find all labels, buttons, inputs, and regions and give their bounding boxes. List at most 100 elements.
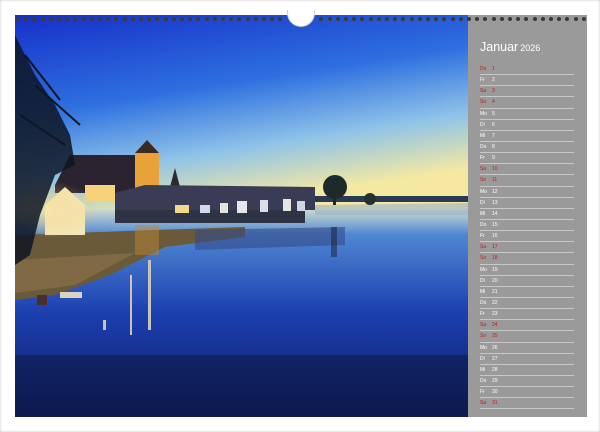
weekday-label: Di [480, 277, 485, 284]
day-row: Do 1 [480, 64, 574, 76]
binding-hole [171, 17, 176, 21]
photo-illustration [15, 15, 468, 417]
binding-hole [147, 17, 152, 21]
binding-hole [196, 17, 201, 21]
weekday-label: Di [480, 121, 485, 128]
weekday-label: Sa [480, 322, 487, 329]
calendar-panel: Januar 2026 Do 1 Fr 2 Sa 3 So 4 Mo 5 Di 6 Mi 7 Do 8 Fr 9 Sa… [468, 15, 587, 417]
binding-hole [221, 17, 225, 21]
day-row: Di 13 [480, 198, 574, 209]
binding-hole [458, 17, 463, 21]
binding-hole [442, 17, 447, 21]
binding-hole [376, 17, 381, 21]
weekday-label: Mi [480, 366, 486, 373]
binding-hole [565, 17, 570, 21]
day-number: 27 [492, 355, 498, 362]
binding-hole [212, 17, 217, 21]
binding-hole [73, 17, 78, 21]
binding-hole [16, 17, 20, 21]
binding-hole [188, 17, 193, 21]
day-row: So 18 [480, 253, 574, 265]
weekday-label: Mi [480, 210, 486, 217]
binding-hole [48, 17, 53, 21]
day-row: Mi 28 [480, 365, 574, 376]
day-number: 23 [492, 311, 498, 318]
day-row: Mo 26 [480, 343, 574, 354]
weekday-label: Do [480, 221, 487, 228]
binding-hole [163, 17, 168, 21]
binding-hole [122, 17, 127, 21]
binding-hole [540, 17, 545, 21]
binding-hole [130, 17, 135, 21]
weekday-label: Fr [480, 77, 485, 84]
weekday-label: Sa [480, 400, 487, 407]
binding-hole [65, 17, 70, 21]
day-row: Di 6 [480, 120, 574, 131]
day-number: 13 [492, 199, 498, 206]
weekday-label: Do [480, 299, 487, 306]
day-number: 8 [492, 143, 495, 150]
binding-hole [40, 17, 45, 21]
day-row: Do 22 [480, 298, 574, 310]
day-number: 11 [492, 177, 498, 184]
weekday-label: Mo [480, 266, 487, 273]
binding-hole [245, 17, 250, 21]
binding-hole [270, 17, 275, 21]
weekday-label: Mo [480, 188, 487, 195]
day-row: Fr 23 [480, 309, 574, 321]
day-number: 26 [492, 344, 498, 351]
binding-hole [262, 17, 266, 21]
binding-hole [417, 17, 422, 21]
day-number: 19 [492, 266, 498, 273]
weekday-label: Mo [480, 110, 487, 117]
binding-hole [237, 17, 242, 21]
binding-hole [360, 17, 365, 21]
day-number: 10 [492, 166, 498, 173]
weekday-label: Fr [480, 311, 485, 318]
day-row: Fr 16 [480, 231, 574, 243]
day-number: 31 [492, 400, 498, 407]
day-row: Do 15 [480, 220, 574, 232]
binding-hole [352, 17, 357, 21]
day-number: 18 [492, 255, 498, 262]
binding-hole [98, 17, 102, 21]
day-row: Sa 31 [480, 398, 574, 410]
day-number: 14 [492, 210, 498, 217]
binding-hole [253, 17, 258, 21]
weekday-label: Mi [480, 288, 486, 295]
day-row: Do 29 [480, 376, 574, 388]
calendar-page: Januar 2026 Do 1 Fr 2 Sa 3 So 4 Mo 5 Di 6 Mi 7 Do 8 Fr 9 Sa… [0, 0, 600, 432]
day-row: Mi 14 [480, 209, 574, 220]
month-name: Januar [480, 40, 519, 54]
day-number: 20 [492, 277, 498, 284]
day-number: 28 [492, 366, 498, 373]
day-number: 4 [492, 99, 495, 106]
day-number: 17 [492, 244, 498, 251]
binding-hole [278, 17, 283, 21]
binding-hole [524, 17, 529, 21]
weekday-label: Mi [480, 132, 486, 139]
binding-hole [549, 17, 553, 21]
weekday-label: Do [480, 66, 487, 72]
binding-hole [450, 17, 455, 21]
day-number: 6 [492, 121, 495, 128]
day-row: Fr 9 [480, 153, 574, 165]
day-number: 2 [492, 77, 495, 84]
day-row: Di 20 [480, 276, 574, 287]
binding-hole [229, 17, 234, 21]
binding-hole [467, 17, 471, 21]
weekday-label: Fr [480, 155, 485, 162]
day-number: 9 [492, 155, 495, 162]
day-row: So 11 [480, 175, 574, 187]
month-heading: Januar 2026 [480, 40, 540, 54]
binding-hole [327, 17, 332, 21]
binding-hole [57, 17, 61, 21]
binding-hole [319, 17, 324, 21]
binding-hole [335, 17, 340, 21]
day-row: Di 27 [480, 354, 574, 365]
binding-hole [401, 17, 406, 21]
binding-hole [106, 17, 111, 21]
binding-hole [516, 17, 521, 21]
binding-hole [532, 17, 537, 21]
day-number: 3 [492, 88, 495, 95]
